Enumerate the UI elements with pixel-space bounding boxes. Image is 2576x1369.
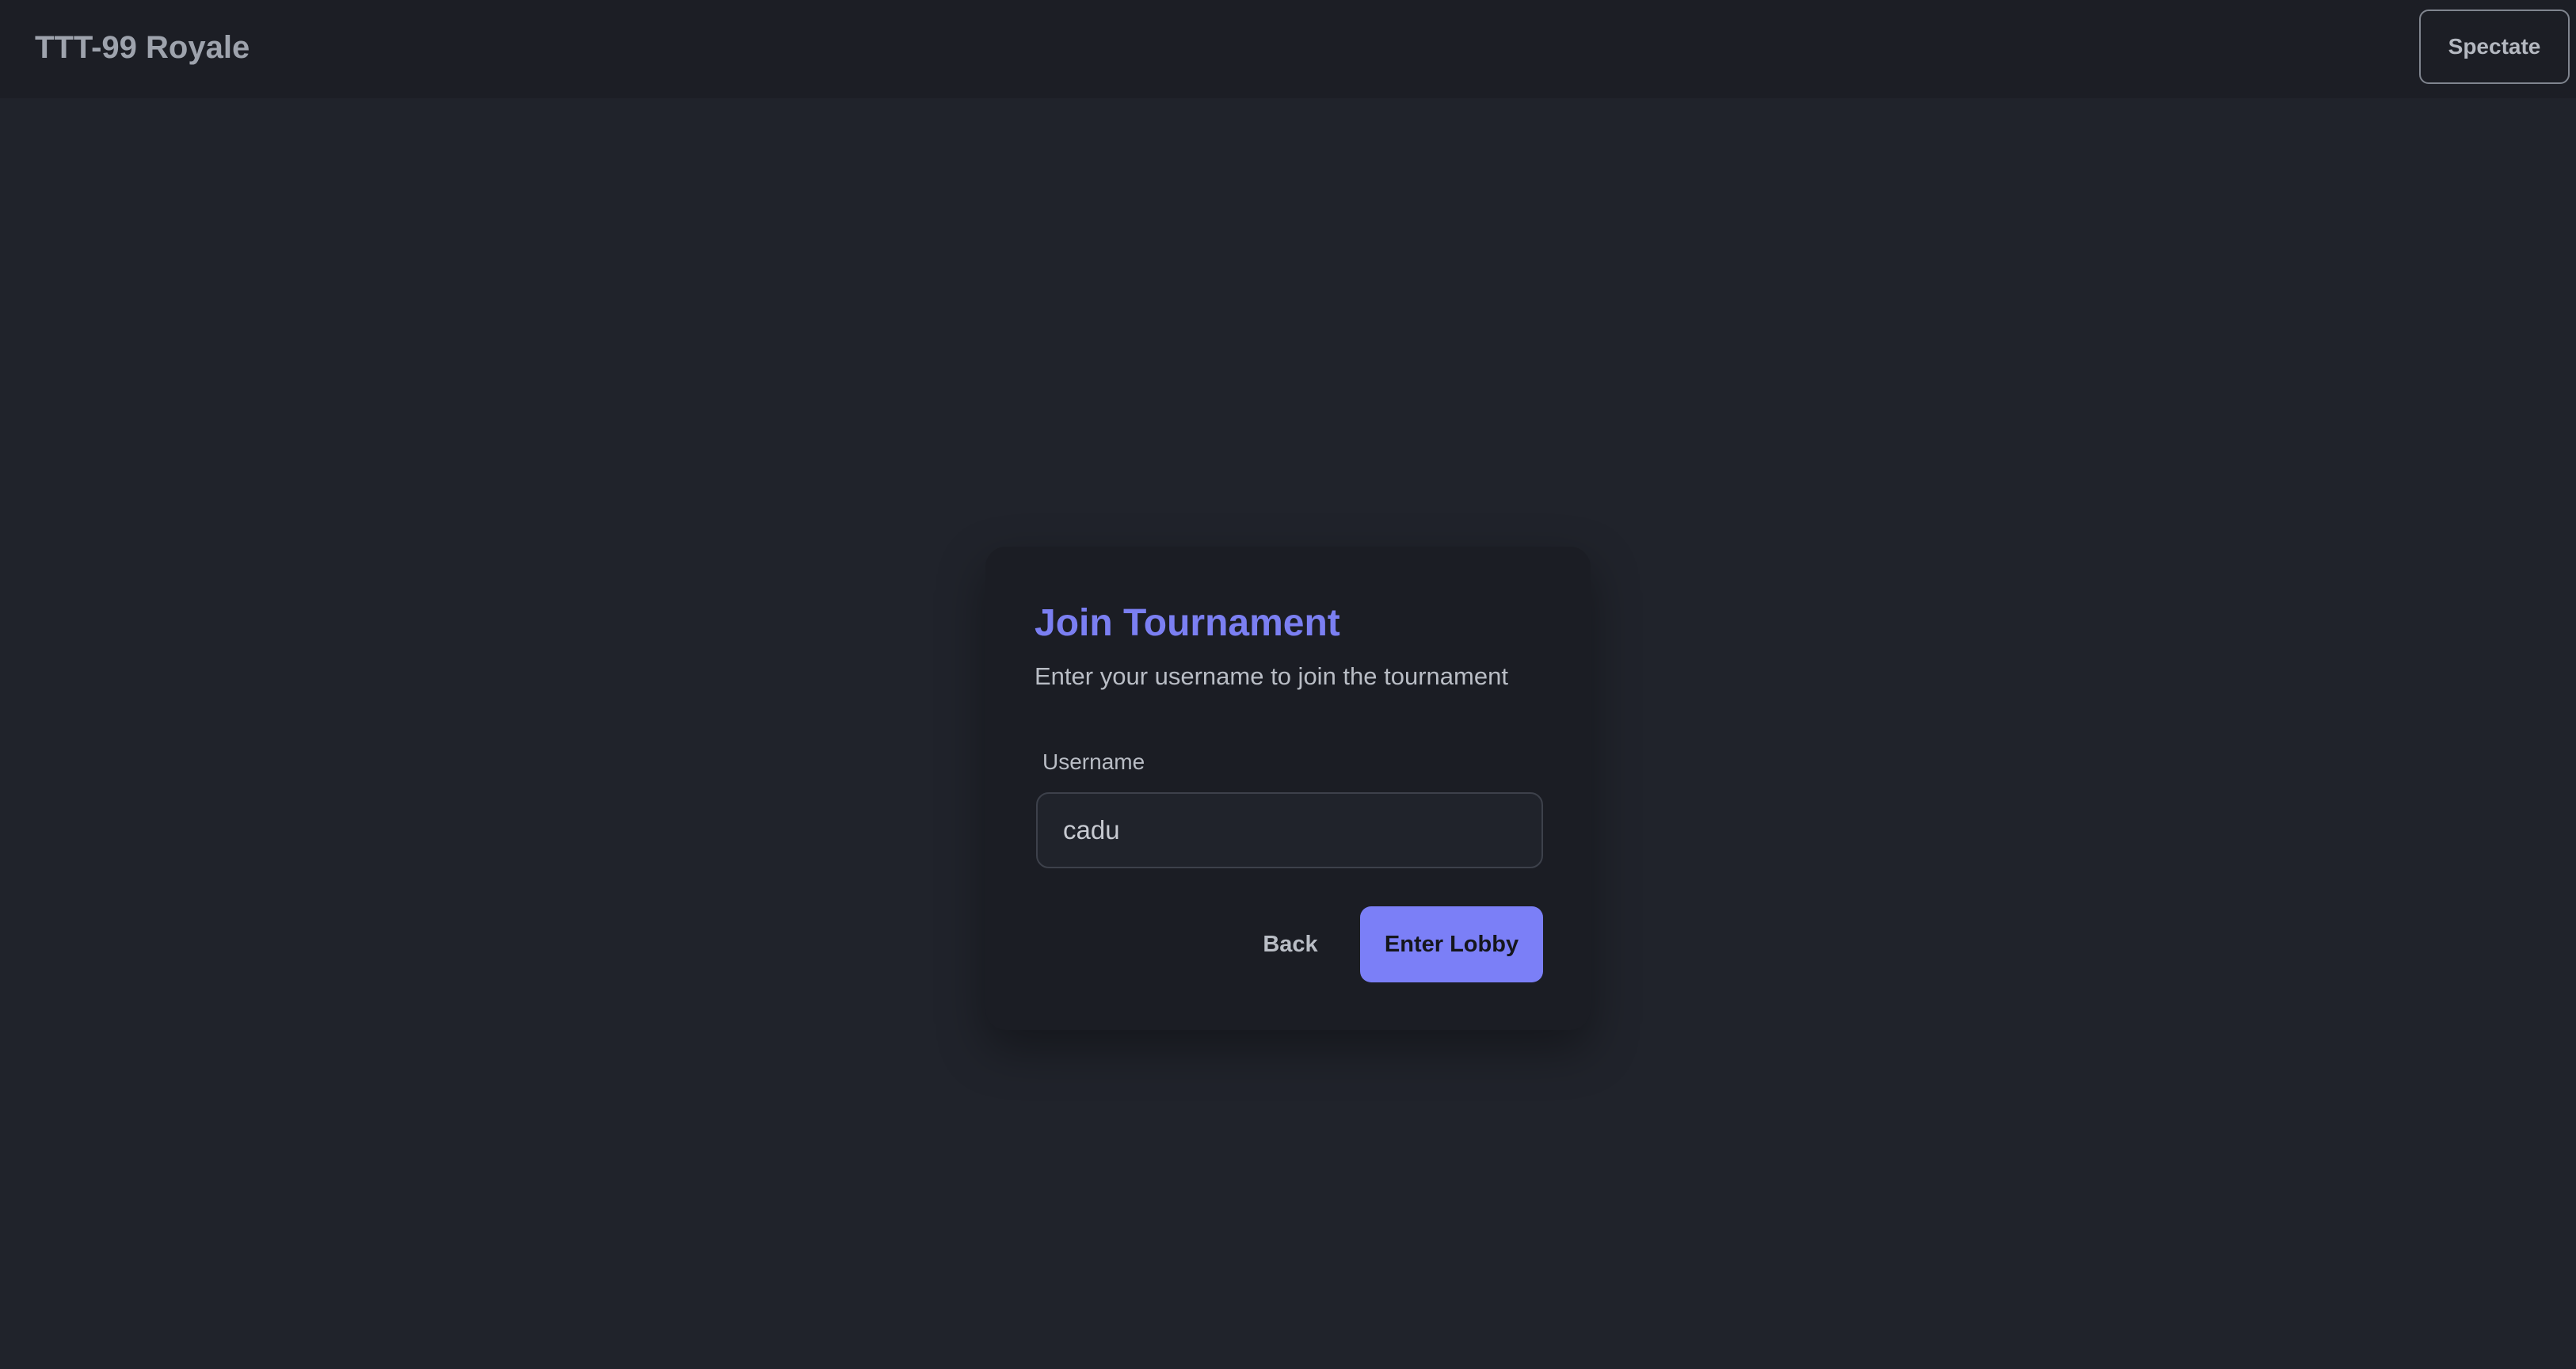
card-title: Join Tournament (1035, 602, 1340, 644)
enter-lobby-button[interactable]: Enter Lobby (1360, 906, 1543, 982)
app-title: TTT-99 Royale (35, 30, 250, 65)
spectate-button[interactable]: Spectate (2419, 10, 2570, 84)
back-button[interactable]: Back (1231, 906, 1350, 982)
username-label: Username (1042, 749, 1145, 774)
top-bar: TTT-99 Royale Spectate (0, 0, 2576, 98)
card-subtitle: Enter your username to join the tourname… (1035, 662, 1508, 690)
join-tournament-card: Join Tournament Enter your username to j… (985, 547, 1591, 1030)
username-input[interactable] (1036, 792, 1543, 868)
